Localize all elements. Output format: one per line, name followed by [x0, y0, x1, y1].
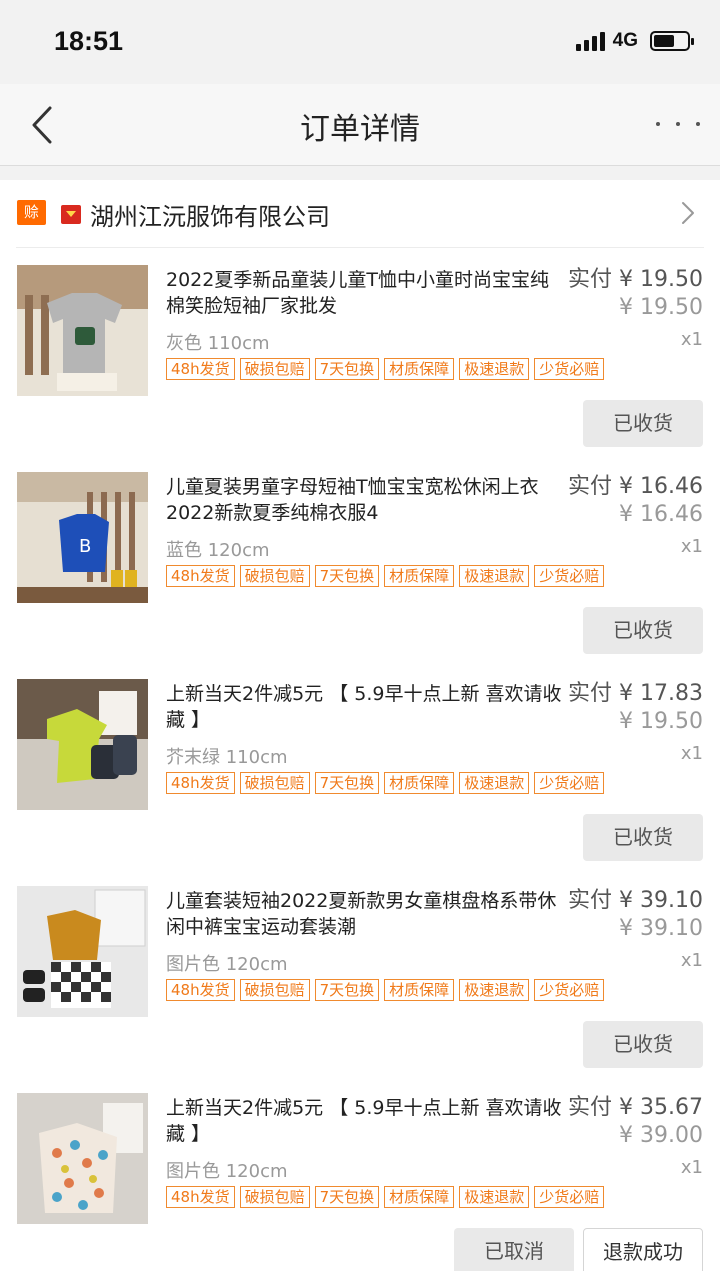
order-card: 赊 湖州江沅服饰有限公司 2022夏季新品童装儿童T恤中小童时尚宝宝纯棉笑脸短袖…	[0, 180, 720, 1271]
product-variant: 蓝色 120cm	[166, 540, 270, 561]
quantity: x1	[680, 536, 703, 557]
service-tag: 48h发货	[166, 979, 235, 1001]
battery-icon	[650, 31, 694, 51]
product-image[interactable]	[17, 265, 148, 396]
status-time: 18:51	[54, 26, 124, 56]
product-photo	[17, 265, 148, 396]
order-item: 2022夏季新品童装儿童T恤中小童时尚宝宝纯棉笑脸短袖厂家批发 实付 ¥ 19.…	[0, 265, 720, 472]
original-price: ¥ 39.00	[619, 1123, 703, 1148]
product-image[interactable]: B	[17, 472, 148, 603]
status-indicators: 4G	[575, 30, 694, 52]
page-title: 订单详情	[300, 112, 420, 147]
service-tag: 7天包换	[314, 1186, 380, 1208]
more-options-icon[interactable]	[656, 106, 700, 142]
credit-badge: 赊	[17, 200, 46, 225]
service-tags: 48h发货 破损包赔 7天包换 材质保障 极速退款 少货必赔	[166, 979, 605, 1001]
service-tag: 48h发货	[166, 565, 235, 587]
order-item: 上新当天2件减5元 【 5.9早十点上新 喜欢请收藏 】 实付 ¥ 35.67 …	[0, 1093, 720, 1271]
product-variant: 图片色 120cm	[166, 954, 288, 975]
service-tag: 材质保障	[384, 358, 455, 380]
shop-name[interactable]: 湖州江沅服饰有限公司	[90, 197, 330, 232]
service-tags: 48h发货 破损包赔 7天包换 材质保障 极速退款 少货必赔	[166, 1186, 605, 1208]
service-tag: 破损包赔	[239, 565, 310, 587]
nav-bar: 订单详情	[0, 84, 720, 166]
product-image[interactable]	[17, 679, 148, 810]
service-tag: 极速退款	[459, 358, 530, 380]
service-tag: 极速退款	[459, 565, 530, 587]
received-button[interactable]: 已收货	[583, 814, 703, 861]
paid-price: 实付 ¥ 17.83	[568, 681, 703, 706]
received-button[interactable]: 已收货	[583, 1021, 703, 1068]
chevron-right-icon[interactable]	[680, 200, 696, 226]
service-tag: 少货必赔	[534, 979, 605, 1001]
service-tag: 7天包换	[314, 565, 380, 587]
service-tag: 少货必赔	[534, 565, 605, 587]
service-tag: 材质保障	[384, 1186, 455, 1208]
service-tag: 少货必赔	[534, 358, 605, 380]
product-photo	[17, 679, 148, 810]
service-tags: 48h发货 破损包赔 7天包换 材质保障 极速退款 少货必赔	[166, 565, 605, 587]
quantity: x1	[680, 329, 703, 350]
service-tag: 材质保障	[384, 979, 455, 1001]
paid-price: 实付 ¥ 16.46	[568, 474, 703, 499]
service-tag: 7天包换	[314, 772, 380, 794]
shop-icon	[61, 205, 81, 224]
service-tag: 材质保障	[384, 772, 455, 794]
refund-success-button[interactable]: 退款成功	[583, 1228, 703, 1271]
original-price: ¥ 16.46	[619, 502, 703, 527]
order-item: 儿童套装短袖2022夏新款男女童棋盘格系带休闲中裤宝宝运动套装潮 实付 ¥ 39…	[0, 886, 720, 1093]
paid-price: 实付 ¥ 35.67	[568, 1095, 703, 1120]
paid-price: 实付 ¥ 19.50	[568, 267, 703, 292]
service-tag: 极速退款	[459, 979, 530, 1001]
service-tag: 破损包赔	[239, 1186, 310, 1208]
service-tag: 7天包换	[314, 979, 380, 1001]
service-tag: 极速退款	[459, 772, 530, 794]
received-button[interactable]: 已收货	[583, 607, 703, 654]
product-title[interactable]: 儿童夏装男童字母短袖T恤宝宝宽松休闲上衣2022新款夏季纯棉衣服4	[166, 474, 562, 526]
service-tag: 7天包换	[314, 358, 380, 380]
status-bar: 18:51 4G	[0, 0, 720, 84]
received-button[interactable]: 已收货	[583, 400, 703, 447]
shop-header[interactable]: 赊 湖州江沅服饰有限公司	[16, 180, 704, 248]
quantity: x1	[680, 950, 703, 971]
service-tag: 破损包赔	[239, 358, 310, 380]
service-tag: 破损包赔	[239, 979, 310, 1001]
product-image[interactable]	[17, 1093, 148, 1224]
order-item: 上新当天2件减5元 【 5.9早十点上新 喜欢请收藏 】 实付 ¥ 17.83 …	[0, 679, 720, 886]
product-photo	[17, 886, 148, 1017]
original-price: ¥ 39.10	[619, 916, 703, 941]
product-variant: 图片色 120cm	[166, 1161, 288, 1182]
service-tag: 少货必赔	[534, 1186, 605, 1208]
service-tag: 48h发货	[166, 1186, 235, 1208]
service-tag: 少货必赔	[534, 772, 605, 794]
signal-icon	[575, 31, 605, 51]
product-photo	[17, 1093, 148, 1224]
product-variant: 芥末绿 110cm	[166, 747, 288, 768]
svg-text:B: B	[79, 536, 91, 557]
network-label: 4G	[612, 30, 638, 51]
cancelled-button[interactable]: 已取消	[454, 1228, 574, 1271]
quantity: x1	[680, 743, 703, 764]
service-tag: 48h发货	[166, 772, 235, 794]
quantity: x1	[680, 1157, 703, 1178]
original-price: ¥ 19.50	[619, 295, 703, 320]
product-title[interactable]: 儿童套装短袖2022夏新款男女童棋盘格系带休闲中裤宝宝运动套装潮	[166, 888, 562, 940]
product-title[interactable]: 上新当天2件减5元 【 5.9早十点上新 喜欢请收藏 】	[166, 1095, 562, 1147]
product-title[interactable]: 上新当天2件减5元 【 5.9早十点上新 喜欢请收藏 】	[166, 681, 562, 733]
service-tag: 破损包赔	[239, 772, 310, 794]
product-variant: 灰色 110cm	[166, 333, 270, 354]
product-image[interactable]	[17, 886, 148, 1017]
paid-price: 实付 ¥ 39.10	[568, 888, 703, 913]
product-photo: B	[17, 472, 148, 603]
service-tag: 极速退款	[459, 1186, 530, 1208]
service-tags: 48h发货 破损包赔 7天包换 材质保障 极速退款 少货必赔	[166, 358, 605, 380]
service-tag: 48h发货	[166, 358, 235, 380]
original-price: ¥ 19.50	[619, 709, 703, 734]
order-item: B 儿童夏装男童字母短袖T恤宝宝宽松休闲上衣2022新款夏季纯棉衣服4 实付 ¥…	[0, 472, 720, 679]
service-tag: 材质保障	[384, 565, 455, 587]
product-title[interactable]: 2022夏季新品童装儿童T恤中小童时尚宝宝纯棉笑脸短袖厂家批发	[166, 267, 562, 319]
service-tags: 48h发货 破损包赔 7天包换 材质保障 极速退款 少货必赔	[166, 772, 605, 794]
